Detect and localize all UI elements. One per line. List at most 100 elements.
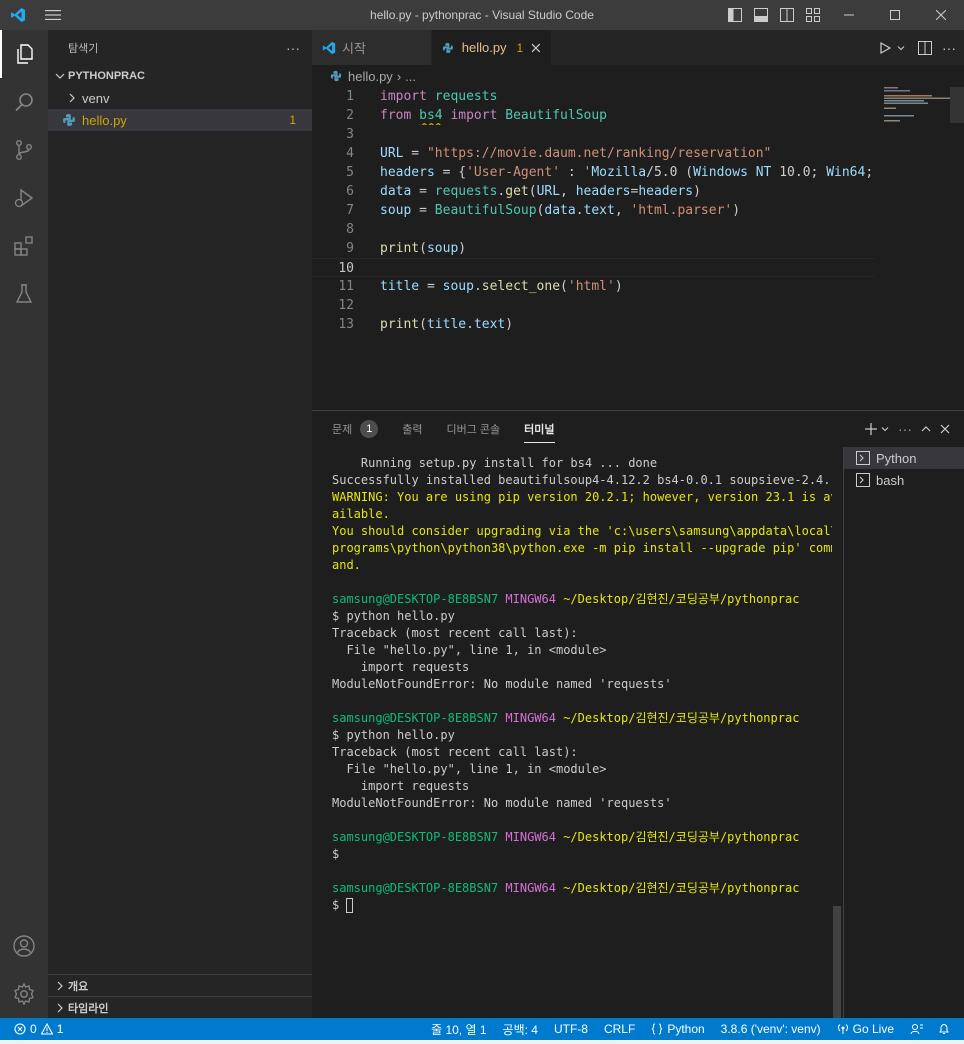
split-editor-icon[interactable]	[918, 40, 932, 55]
extensions-icon[interactable]	[0, 222, 48, 270]
code-line[interactable]: 4 URL = "https://movie.daum.net/ranking/r…	[312, 144, 874, 163]
hamburger-menu-icon[interactable]	[35, 0, 71, 30]
tab-label: hello.py	[461, 40, 507, 55]
code-line[interactable]: 2 from bs4 import BeautifulSoup	[312, 106, 874, 125]
code-line[interactable]: 8	[312, 220, 874, 239]
tab-hello-py[interactable]: hello.py 1	[432, 30, 552, 65]
terminal-text: ~/Desktop/김현진/코딩공부/pythonprac	[555, 711, 800, 725]
terminal-item-bash[interactable]: bash	[844, 469, 964, 491]
terminal-line: Traceback (most recent call last):	[332, 744, 832, 761]
code-line[interactable]: 11 title = soup.select_one('html')	[312, 277, 874, 296]
source-control-icon[interactable]	[0, 126, 48, 174]
notifications-bell-icon[interactable]	[932, 1018, 956, 1040]
terminal-list: Python bash	[843, 447, 964, 1019]
code-editor[interactable]: 1 import requests 2 from bs4 import Beautif…	[312, 87, 874, 334]
code-line[interactable]: 13 print(title.text)	[312, 315, 874, 334]
code-line[interactable]: 1 import requests	[312, 87, 874, 106]
tab-welcome[interactable]: 시작	[312, 30, 432, 65]
terminal-dropdown-chevron-icon[interactable]	[880, 424, 890, 434]
customize-layout-icon[interactable]	[800, 0, 826, 30]
python-interpreter[interactable]: 3.8.6 ('venv': venv)	[713, 1018, 829, 1040]
minimap-slider[interactable]	[950, 87, 964, 123]
breadcrumb-file[interactable]: hello.py	[348, 69, 393, 84]
line-number: 12	[338, 298, 354, 313]
maximize-icon[interactable]	[872, 0, 918, 30]
language-mode[interactable]: Python	[643, 1018, 712, 1040]
terminal-text: ~/Desktop/김현진/코딩공부/pythonprac	[555, 881, 800, 895]
terminal-line: You should consider upgrading via the 'c…	[332, 523, 832, 540]
feedback-icon[interactable]	[902, 1018, 932, 1040]
encoding[interactable]: UTF-8	[546, 1018, 596, 1040]
workspace-section-header[interactable]: PYTHONPRAC	[48, 65, 312, 87]
terminal-line: ailable.	[332, 506, 832, 523]
line-number: 11	[338, 279, 354, 294]
terminal-cursor	[346, 898, 354, 913]
explorer-title: 탐색기	[68, 42, 99, 55]
indentation-text: 공백: 4	[502, 1022, 538, 1037]
language-text: Python	[667, 1022, 705, 1036]
tree-item-venv[interactable]: venv	[48, 87, 312, 109]
editor-more-actions-icon[interactable]: ···	[942, 40, 956, 56]
run-dropdown-chevron-icon[interactable]	[896, 43, 906, 53]
line-number: 4	[346, 146, 354, 161]
terminal-text: ModuleNotFoundError: No module named 're…	[332, 677, 672, 691]
tree-item-hello-py[interactable]: hello.py 1	[48, 109, 312, 131]
code-line[interactable]: 7 soup = BeautifulSoup(data.text, 'html.p…	[312, 201, 874, 220]
maximize-panel-chevron-up-icon[interactable]	[920, 423, 932, 435]
toggle-panel-icon[interactable]	[748, 0, 774, 30]
run-debug-icon[interactable]	[0, 174, 48, 222]
terminal-line: ModuleNotFoundError: No module named 're…	[332, 676, 832, 693]
settings-gear-icon[interactable]	[0, 970, 48, 1018]
panel-tab-output[interactable]: 출력	[402, 411, 422, 447]
python-file-icon	[63, 114, 75, 126]
breadcrumb-symbols[interactable]: ...	[405, 69, 416, 84]
terminal-line: samsung@DESKTOP-8E8BSN7 MINGW64 ~/Deskto…	[332, 710, 832, 727]
cursor-position[interactable]: 줄 10, 열 1	[423, 1018, 494, 1040]
close-panel-icon[interactable]	[940, 424, 950, 434]
panel-tab-terminal[interactable]: 터미널	[524, 411, 555, 447]
testing-icon[interactable]	[0, 270, 48, 318]
problems-status[interactable]: 0 1	[0, 1018, 68, 1040]
toggle-secondary-sidebar-icon[interactable]	[774, 0, 800, 30]
timeline-section-header[interactable]: 타임라인	[48, 996, 312, 1018]
workspace-name: PYTHONPRAC	[68, 70, 146, 82]
code-line[interactable]: 12	[312, 296, 874, 315]
panel-tab-debug-console[interactable]: 디버그 콘솔	[447, 411, 501, 447]
code-line[interactable]: 9 print(soup)	[312, 239, 874, 258]
code-line[interactable]: 10	[312, 258, 874, 277]
terminal-output[interactable]: Running setup.py install for bs4 ... don…	[332, 455, 832, 914]
terminal-text: import requests	[332, 660, 470, 674]
account-icon[interactable]	[0, 922, 48, 970]
run-python-file-icon[interactable]	[878, 41, 892, 55]
line-ending[interactable]: CRLF	[596, 1018, 643, 1040]
new-terminal-plus-icon[interactable]	[864, 422, 878, 436]
indentation[interactable]: 공백: 4	[495, 1018, 546, 1040]
explorer-icon[interactable]	[0, 30, 48, 78]
toggle-sidebar-icon[interactable]	[722, 0, 748, 30]
close-tab-icon[interactable]	[531, 43, 541, 53]
code-line[interactable]: 5 headers = {'User-Agent' : 'Mozilla/5.0 …	[312, 163, 874, 182]
braces-icon	[652, 1023, 663, 1035]
line-content: headers = {'User-Agent' : 'Mozilla/5.0 (…	[380, 165, 874, 180]
warning-icon	[40, 1023, 53, 1035]
terminal-text: $ python hello.py	[332, 609, 455, 623]
panel-more-actions-icon[interactable]: ···	[898, 421, 912, 437]
line-number: 3	[346, 127, 354, 142]
search-icon[interactable]	[0, 78, 48, 126]
minimize-icon[interactable]	[826, 0, 872, 30]
minimap[interactable]	[874, 87, 962, 157]
chevron-right-icon	[57, 981, 63, 990]
outline-section-header[interactable]: 개요	[48, 974, 312, 996]
terminal-text: File "hello.py", line 1, in <module>	[332, 643, 607, 657]
terminal-item-python[interactable]: Python	[844, 447, 964, 469]
line-number: 10	[338, 261, 354, 276]
go-live-button[interactable]: Go Live	[829, 1018, 902, 1040]
tab-problem-count: 1	[516, 40, 524, 55]
code-line[interactable]: 6 data = requests.get(URL, headers=header…	[312, 182, 874, 201]
close-window-icon[interactable]	[918, 0, 964, 30]
terminal-text: You should consider upgrading via the 'c…	[332, 524, 832, 538]
panel-tab-problems[interactable]: 문제 1	[332, 411, 379, 447]
more-actions-icon[interactable]: ···	[286, 40, 300, 56]
code-line[interactable]: 3	[312, 125, 874, 144]
terminal-scrollbar[interactable]	[833, 906, 841, 1019]
